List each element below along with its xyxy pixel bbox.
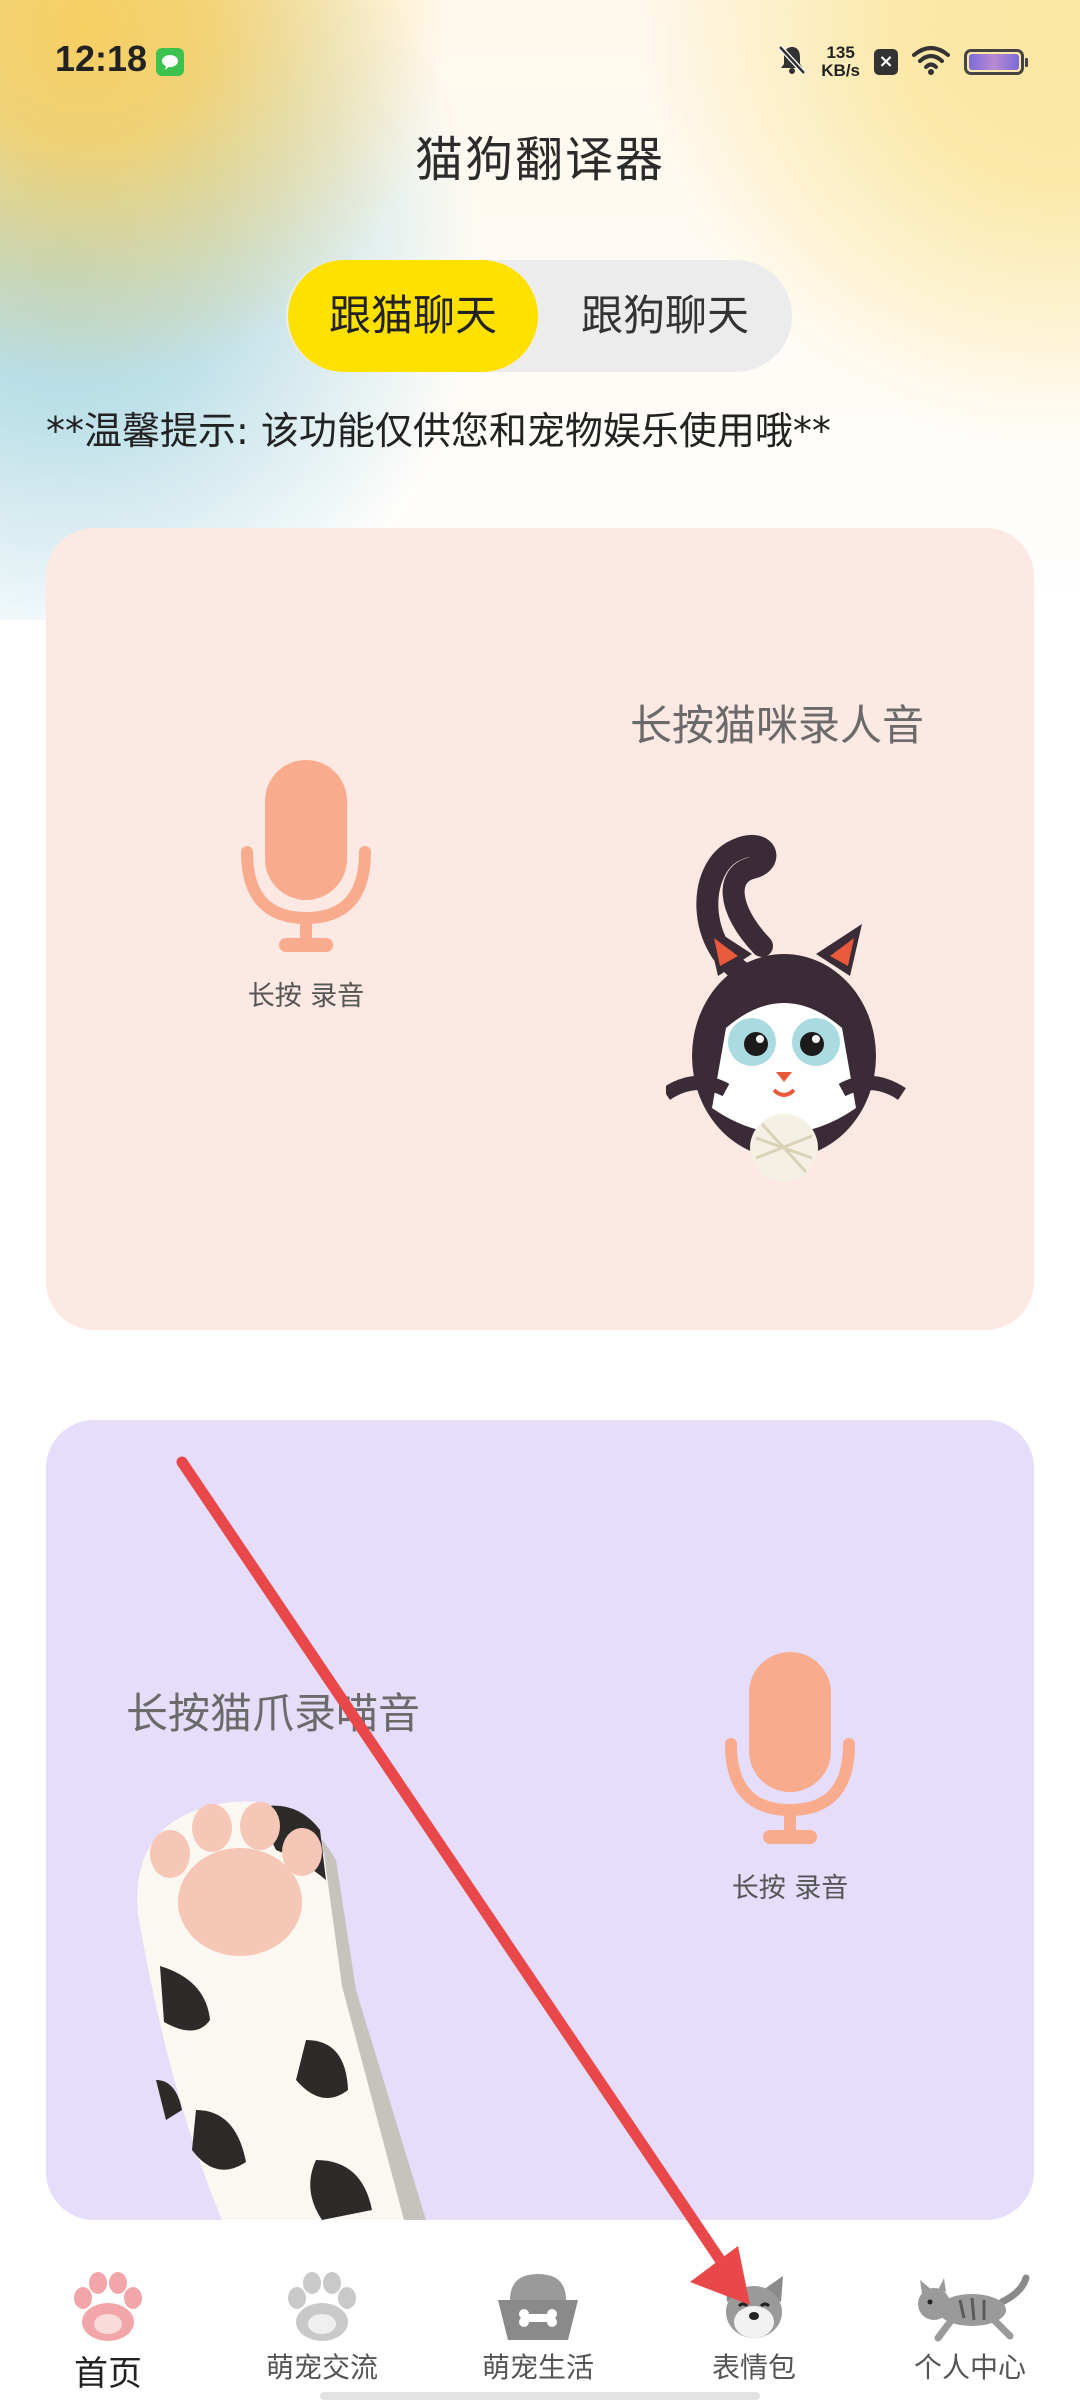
status-time: 12:18 (55, 38, 148, 79)
pet-food-bowl-icon (498, 2274, 578, 2340)
nav-label: 萌宠生活 (481, 2351, 594, 2384)
microphone-icon (725, 1652, 855, 1844)
status-icons: 135 KB/s × (777, 40, 1028, 84)
warm-tip: **温馨提示: 该功能仅供您和宠物娱乐使用哦** (46, 409, 831, 453)
tab-chat-with-cat[interactable]: 跟猫聊天 (288, 260, 538, 372)
paw-grey-icon (288, 2272, 356, 2341)
wechat-icon (156, 48, 184, 76)
paw-pink-icon (74, 2272, 142, 2341)
nav-label: 萌宠交流 (265, 2351, 378, 2384)
tab-chat-with-dog[interactable]: 跟狗聊天 (540, 260, 790, 372)
record-button[interactable]: 长按 录音 (196, 760, 416, 1013)
cat-illustration[interactable] (666, 828, 906, 1218)
status-bar: 12:18 135 KB/s × (0, 0, 1080, 125)
network-speed: 135 KB/s (821, 44, 860, 80)
chat-mode-switch: 跟猫聊天 跟狗聊天 (286, 260, 792, 372)
nav-pet-chat[interactable]: 萌宠交流 (222, 2266, 422, 2386)
network-speed-value: 135 (826, 43, 855, 62)
card-title: 长按猫爪录喵音 (126, 1689, 421, 1738)
record-hint: 长按 录音 (247, 981, 365, 1012)
bell-mute-icon (777, 44, 807, 80)
dog-face-icon (725, 2276, 783, 2338)
nav-stickers[interactable]: 表情包 (654, 2266, 854, 2386)
nav-label: 首页 (74, 2354, 142, 2394)
close-square-icon: × (874, 49, 898, 75)
running-cat-icon (918, 2274, 1030, 2342)
record-button[interactable]: 长按 录音 (680, 1652, 900, 1905)
wifi-icon (912, 45, 950, 79)
page-title: 猫狗翻译器 (414, 132, 665, 188)
network-speed-unit: KB/s (821, 61, 860, 80)
cat-paw-illustration[interactable] (126, 1790, 466, 2220)
nav-home[interactable]: 首页 (8, 2266, 208, 2395)
microphone-icon (241, 760, 371, 952)
bottom-navigation: 首页 萌宠交流 萌宠生活 表情包 个人中心 (0, 2250, 1080, 2408)
home-indicator (320, 2392, 760, 2400)
nav-pet-life[interactable]: 萌宠生活 (438, 2266, 638, 2386)
card-title: 长按猫咪录人音 (630, 701, 925, 750)
record-hint: 长按 录音 (731, 1873, 849, 1904)
cat-record-card: 长按猫咪录人音 长按 录音 (46, 528, 1034, 1330)
paw-record-card: 长按猫爪录喵音 长按 录音 (46, 1420, 1034, 2220)
nav-label: 个人中心 (913, 2351, 1026, 2384)
battery-icon (964, 49, 1028, 75)
nav-label: 表情包 (711, 2351, 796, 2384)
nav-profile[interactable]: 个人中心 (870, 2266, 1070, 2386)
